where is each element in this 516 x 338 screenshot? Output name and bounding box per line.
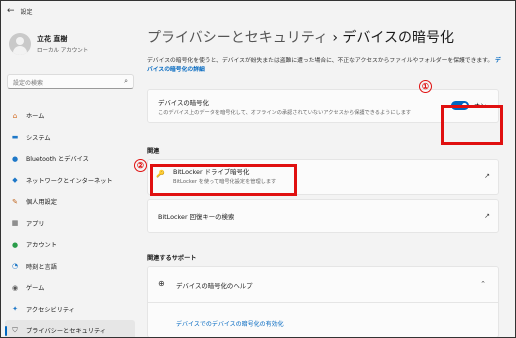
breadcrumb-current: デバイスの暗号化 xyxy=(342,30,454,46)
recovery-key-card[interactable]: BitLocker 回復キーの検索 ↗ xyxy=(147,199,499,233)
profile-name: 立花 直樹 xyxy=(37,35,68,43)
title-bar: ← 設定 xyxy=(1,1,515,21)
highlight-box-bitlocker xyxy=(150,164,297,196)
external-link-icon: ↗ xyxy=(484,172,490,180)
system-icon: ▬ xyxy=(11,133,19,142)
encryption-title: デバイスの暗号化 xyxy=(158,99,209,107)
sidebar-item-label: ゲーム xyxy=(26,285,45,293)
sidebar-item-home[interactable]: ⌂ ホーム xyxy=(5,105,135,127)
user-profile[interactable]: 立花 直樹 ローカル アカウント xyxy=(9,33,88,55)
support-card: ⊕ デバイスの暗号化のヘルプ ⌃ デバイスでのデバイスの暗号化の有効化 xyxy=(147,266,499,337)
search-icon: ⌕ xyxy=(124,77,128,85)
sidebar-item-label: 時刻と言語 xyxy=(26,263,57,271)
sidebar-item-bluetooth[interactable]: ● Bluetooth とデバイス xyxy=(5,148,135,170)
sidebar-item-network[interactable]: ◆ ネットワークとインターネット xyxy=(5,170,135,192)
support-heading: 関連するサポート xyxy=(147,255,197,262)
gamepad-icon: ◉ xyxy=(11,283,19,292)
main-content: プライバシーとセキュリティ › デバイスの暗号化 デバイスの暗号化を使うと、デバ… xyxy=(134,21,515,337)
profile-account-type: ローカル アカウント xyxy=(37,48,89,54)
annotation-marker-1: ① xyxy=(419,80,432,93)
sidebar-item-label: アクセシビリティ xyxy=(26,306,75,314)
help-row[interactable]: ⊕ デバイスの暗号化のヘルプ ⌃ xyxy=(148,267,498,303)
sidebar-nav: ⌂ ホーム ▬ システム ● Bluetooth とデバイス ◆ ネットワークと… xyxy=(5,105,135,337)
sidebar-item-label: アプリ xyxy=(26,220,45,228)
sidebar-item-label: ネットワークとインターネット xyxy=(26,177,113,185)
help-title: デバイスの暗号化のヘルプ xyxy=(176,282,253,290)
avatar xyxy=(9,33,31,55)
annotation-marker-2: ② xyxy=(134,159,147,172)
breadcrumb-parent[interactable]: プライバシーとセキュリティ xyxy=(147,30,328,46)
sidebar-item-apps[interactable]: ▦ アプリ xyxy=(5,213,135,235)
network-icon: ◆ xyxy=(12,176,18,185)
sidebar-item-label: ホーム xyxy=(26,113,45,121)
globe-icon: ⊕ xyxy=(158,279,165,288)
accessibility-icon: ✦ xyxy=(12,305,18,314)
sidebar-item-time-language[interactable]: ◔ 時刻と言語 xyxy=(5,256,135,278)
sidebar-item-accessibility[interactable]: ✦ アクセシビリティ xyxy=(5,299,135,321)
brush-icon: ✎ xyxy=(12,197,18,206)
recovery-title: BitLocker 回復キーの検索 xyxy=(158,213,235,221)
page-title: プライバシーとセキュリティ › デバイスの暗号化 xyxy=(147,27,454,47)
chevron-up-icon: ⌃ xyxy=(480,280,486,288)
breadcrumb-separator: › xyxy=(332,30,338,46)
apps-icon: ▦ xyxy=(11,219,19,228)
back-arrow-icon[interactable]: ← xyxy=(7,6,15,16)
sidebar-item-label: 個人用設定 xyxy=(26,199,57,207)
external-link-icon: ↗ xyxy=(484,212,490,220)
clock-globe-icon: ◔ xyxy=(11,262,19,271)
sidebar-item-label: Bluetooth とデバイス xyxy=(26,156,89,164)
sidebar-item-label: プライバシーとセキュリティ xyxy=(26,328,106,336)
settings-window: ← 設定 立花 直樹 ローカル アカウント 設定の検索 ⌕ ⌂ ホーム ▬ シス… xyxy=(0,0,516,338)
page-description: デバイスの暗号化を使うと、デバイスが紛失または盗難に遭った場合に、不正なアクセス… xyxy=(147,57,505,75)
sidebar-item-label: アカウント xyxy=(26,242,57,250)
sidebar-item-personalization[interactable]: ✎ 個人用設定 xyxy=(5,191,135,213)
highlight-box-toggle xyxy=(441,105,503,145)
bluetooth-icon: ● xyxy=(11,154,19,163)
sidebar-item-gaming[interactable]: ◉ ゲーム xyxy=(5,277,135,299)
account-icon: ● xyxy=(11,240,19,249)
help-link[interactable]: デバイスでのデバイスの暗号化の有効化 xyxy=(176,319,284,328)
search-placeholder: 設定の検索 xyxy=(13,80,44,87)
window-title: 設定 xyxy=(20,8,33,16)
description-text: デバイスの暗号化を使うと、デバイスが紛失または盗難に遭った場合に、不正なアクセス… xyxy=(147,58,494,64)
related-heading: 関連 xyxy=(147,148,160,155)
sidebar-item-accounts[interactable]: ● アカウント xyxy=(5,234,135,256)
sidebar-item-privacy-security[interactable]: ⛉ プライバシーとセキュリティ xyxy=(5,320,135,337)
encryption-subtitle: このデバイス上のデータを暗号化して、オフラインの承認されていないアクセスから保護… xyxy=(158,110,412,116)
sidebar-item-system[interactable]: ▬ システム xyxy=(5,127,135,149)
search-input[interactable]: 設定の検索 ⌕ xyxy=(7,74,134,89)
sidebar-item-label: システム xyxy=(26,134,51,142)
shield-icon: ⛉ xyxy=(12,326,18,335)
home-icon: ⌂ xyxy=(12,111,18,120)
sidebar: 立花 直樹 ローカル アカウント 設定の検索 ⌕ ⌂ ホーム ▬ システム ● … xyxy=(1,21,139,337)
